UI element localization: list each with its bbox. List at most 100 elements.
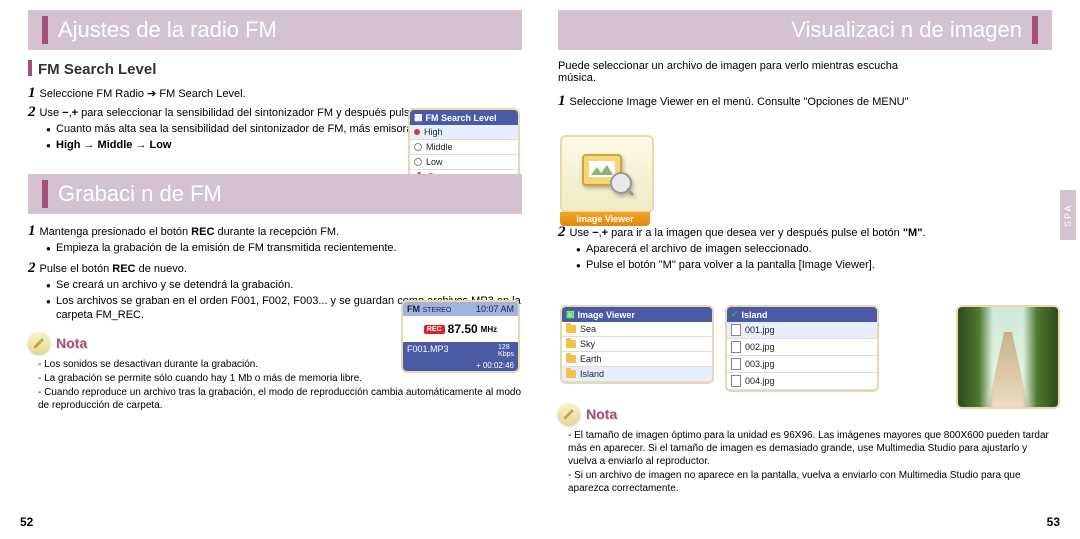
folder-icon <box>566 325 576 333</box>
iv-step2-notes: Aparecerá el archivo de imagen seleccion… <box>576 242 1052 272</box>
manual-spread: Ajustes de la radio FM FM Search Level 1… <box>0 0 1080 539</box>
filename: F001.MP3 <box>407 344 449 358</box>
list-item: Sky <box>562 337 712 352</box>
option-middle-label: Middle <box>426 142 453 152</box>
bullet-rec-stop: Se creará un archivo y se detendrá la gr… <box>46 278 522 292</box>
iv-step1-text: Seleccione Image Viewer en el menú. Cons… <box>570 96 909 108</box>
section-header-fm-settings: Ajustes de la radio FM <box>28 10 522 50</box>
file-icon <box>731 375 741 387</box>
iv-step-2: 2Use −,+ para ir a la imagen que desea v… <box>558 225 1052 240</box>
option-middle: Middle <box>410 140 518 155</box>
item-label: Island <box>580 369 604 379</box>
radio-selected-icon <box>414 129 420 135</box>
radio-icon <box>414 158 422 166</box>
item-label: 004.jpg <box>745 376 775 386</box>
screen-titlebar: ▣Image Viewer <box>562 307 712 322</box>
iv-step2-b: para ir a la imagen que desea ver y desp… <box>608 227 903 239</box>
m-button-ref: "M" <box>903 227 923 239</box>
fm-time: + 00:02:46 <box>403 360 518 371</box>
fm-mid: REC 87.50MHz <box>403 316 518 342</box>
freq-unit: MHz <box>481 325 497 334</box>
list-item: 004.jpg <box>727 373 877 390</box>
radio-icon <box>414 143 422 151</box>
section-header-fm-recording: Grabaci n de FM <box>28 174 522 214</box>
screen-titlebar: ▦FM Search Level <box>410 110 518 125</box>
option-high-label: High <box>424 127 443 137</box>
list-item: Earth <box>562 352 712 367</box>
note-icon <box>28 332 50 354</box>
option-low: Low <box>410 155 518 170</box>
folder-icon <box>566 355 576 363</box>
screenshot-file-list: ✔Island 001.jpg 002.jpg 003.jpg 004.jpg <box>725 305 879 392</box>
item-label: Sky <box>580 339 595 349</box>
header-text: Ajustes de la radio FM <box>58 17 277 43</box>
fm-badge: FM <box>407 304 420 314</box>
frequency: 87.50 <box>448 322 478 336</box>
rec-step1-notes: Empieza la grabación de la emisión de FM… <box>46 241 522 255</box>
note-list-right: - El tamaño de imagen óptimo para la uni… <box>568 429 1052 495</box>
rec-step2-b: de nuevo. <box>136 263 187 275</box>
rec-step1-a: Mantenga presionado el botón <box>40 226 192 238</box>
image-preview <box>956 305 1060 409</box>
step-1-text: Seleccione FM Radio ➔ FM Search Level. <box>40 88 246 100</box>
rec-button-ref: REC <box>191 226 214 238</box>
file-icon <box>731 341 741 353</box>
folder-icon <box>566 370 576 378</box>
rec-step-1: 1Mantenga presionado el botón REC durant… <box>28 224 522 239</box>
page-53: Visualizaci n de imagen Puede selecciona… <box>540 0 1080 539</box>
bullet-return: Pulse el botón "M" para volver a la pant… <box>576 258 1052 272</box>
option-high: High <box>410 125 518 140</box>
step-2-text-b: para seleccionar la sensibilidad del sin… <box>78 107 461 119</box>
rec-indicator: REC <box>424 325 445 334</box>
list-item-selected: Island <box>562 367 712 382</box>
note-item: - Cuando reproduce un archivo tras la gr… <box>38 386 522 412</box>
item-label: Sea <box>580 324 596 334</box>
image-viewer-app-icon <box>560 135 654 213</box>
screenshot-fm-recording: FM STEREO 10:07 AM REC 87.50MHz F001.MP3… <box>401 300 520 373</box>
note-item: - El tamaño de imagen óptimo para la uni… <box>568 429 1052 468</box>
iv-step-1: 1Seleccione Image Viewer en el menú. Con… <box>558 94 1052 109</box>
intro-text: Puede seleccionar un archivo de imagen p… <box>558 60 918 84</box>
list-item-selected: 001.jpg <box>727 322 877 339</box>
option-low-label: Low <box>426 157 443 167</box>
page-number-right: 53 <box>1047 515 1060 529</box>
screen-title: Island <box>742 310 768 320</box>
file-icon <box>731 324 741 336</box>
header-text: Grabaci n de FM <box>58 181 222 207</box>
item-label: Earth <box>580 354 602 364</box>
rec-step1-b: durante la recepción FM. <box>214 226 339 238</box>
note-icon <box>558 403 580 425</box>
rec-step2-a: Pulse el botón <box>40 263 113 275</box>
image-viewer-caption: Image Viewer <box>560 212 650 226</box>
check-icon: ✔ <box>731 309 739 320</box>
screen-title: FM Search Level <box>426 113 497 123</box>
note-label: Nota <box>56 335 87 351</box>
file-icon <box>731 358 741 370</box>
bitrate: 128 <box>498 344 510 351</box>
note-item: - Si un archivo de imagen no aparece en … <box>568 469 1052 495</box>
language-tab: SPA <box>1060 190 1076 240</box>
step-1: 1Seleccione FM Radio ➔ FM Search Level. <box>28 86 522 101</box>
subsection-fm-search-level: FM Search Level <box>28 60 522 78</box>
header-text: Visualizaci n de imagen <box>791 17 1022 43</box>
rec-step-2: 2Pulse el botón REC de nuevo. <box>28 261 522 276</box>
stereo-label: STEREO <box>423 307 452 314</box>
fm-bot: F001.MP3 128Kbps <box>403 342 518 360</box>
list-item: 003.jpg <box>727 356 877 373</box>
item-label: 003.jpg <box>745 359 775 369</box>
section-header-image-viewer: Visualizaci n de imagen <box>558 10 1052 50</box>
folder-icon <box>566 340 576 348</box>
page-number-left: 52 <box>20 515 33 529</box>
screen-title: Image Viewer <box>578 310 635 320</box>
screenshot-folder-list: ▣Image Viewer Sea Sky Earth Island <box>560 305 714 384</box>
iv-step2-a: Use <box>570 227 593 239</box>
fm-top-bar: FM STEREO 10:07 AM <box>403 302 518 316</box>
rec-button-ref-2: REC <box>112 263 135 275</box>
bullet-rec-start: Empieza la grabación de la emisión de FM… <box>46 241 522 255</box>
step-2-text-a: Use <box>40 107 63 119</box>
clock: 10:07 AM <box>476 304 514 314</box>
screen-titlebar: ✔Island <box>727 307 877 322</box>
item-label: 002.jpg <box>745 342 775 352</box>
item-label: 001.jpg <box>745 325 775 335</box>
bullet-image-appears: Aparecerá el archivo de imagen seleccion… <box>576 242 1052 256</box>
